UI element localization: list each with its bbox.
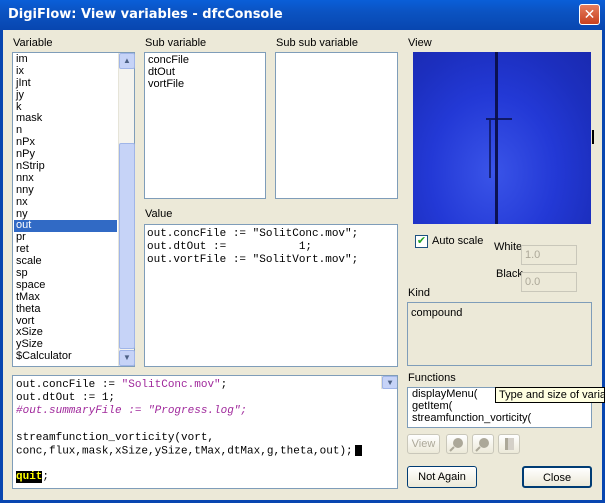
auto-scale-checkbox[interactable]: ✔	[415, 235, 428, 248]
copy-icon	[505, 438, 514, 450]
editor-code: ;	[42, 471, 50, 484]
text-cursor	[354, 444, 362, 456]
tooltip: Type and size of variable	[495, 387, 605, 403]
editor-line: streamfunction_vorticity(vort,	[16, 432, 379, 445]
functions-label: Functions	[408, 372, 456, 384]
command-editor[interactable]: out.concFile := "SolitConc.mov"; out.dtOu…	[12, 375, 398, 489]
zoom-in-button[interactable]	[446, 434, 468, 454]
sub-sub-variable-listbox[interactable]	[275, 52, 398, 199]
variable-listbox[interactable]: im ix jInt jy k mask n nPx nPy nStrip nnx nny nx ny ou…	[12, 52, 135, 367]
variable-list-item[interactable]: scale	[14, 255, 117, 268]
variable-list-item[interactable]: nny	[14, 184, 117, 197]
zoom-out-icon	[475, 438, 489, 452]
white-field[interactable]: 1.0	[521, 245, 577, 265]
editor-line: out.dtOut := 1;	[16, 392, 379, 405]
black-field[interactable]: 0.0	[521, 272, 577, 292]
editor-line: out.concFile := "SolitConc.mov";	[16, 379, 379, 392]
editor-line: quit;	[16, 471, 379, 484]
editor-scrollbar[interactable]: ▲ ▼	[381, 376, 397, 390]
not-again-button[interactable]: Not Again	[407, 466, 477, 488]
view-image	[413, 52, 591, 224]
sub-sub-variable-label: Sub sub variable	[276, 37, 358, 49]
window-title: DigiFlow: View variables - dfcConsole	[8, 7, 283, 22]
sub-variable-listbox[interactable]: concFile dtOut vortFile	[144, 52, 266, 199]
sub-variable-list-item[interactable]: vortFile	[146, 78, 264, 91]
editor-lines: out.concFile := "SolitConc.mov"; out.dtOu…	[16, 379, 379, 484]
copy-button[interactable]	[498, 434, 520, 454]
editor-code: quit	[16, 471, 43, 484]
view-label: View	[408, 37, 432, 49]
scroll-down-icon[interactable]: ▼	[382, 376, 397, 390]
variable-list-item[interactable]: nx	[14, 196, 117, 209]
zoom-out-button[interactable]	[472, 434, 494, 454]
value-label: Value	[145, 208, 173, 220]
variable-list-item[interactable]: ix	[14, 65, 117, 78]
variable-list-item[interactable]: $Calculator	[14, 350, 117, 363]
variable-scrollbar[interactable]: ▲ ▼	[118, 53, 135, 366]
variable-list-item[interactable]: jy	[14, 89, 117, 102]
image-streak	[489, 120, 491, 178]
kind-field: compound	[407, 302, 592, 366]
white-label: White	[494, 241, 523, 253]
editor-code: streamfunction_vorticity(vort,	[16, 431, 215, 444]
black-label: Black	[496, 268, 523, 280]
variable-list-item[interactable]: out	[14, 220, 117, 233]
editor-code: ;	[220, 379, 228, 391]
image-streak	[486, 118, 512, 120]
editor-string: #out.summaryFile := "Progress.log";	[16, 405, 248, 418]
editor-code: conc,flux,mask,xSize,ySize,tMax,dtMax,g,…	[16, 445, 353, 458]
variable-list-item[interactable]: pr	[14, 231, 117, 244]
variable-label: Variable	[13, 37, 53, 49]
image-streak	[495, 52, 498, 224]
sub-variable-list: concFile dtOut vortFile	[146, 55, 264, 197]
variable-list-item[interactable]: tMax	[14, 291, 117, 304]
scroll-up-icon[interactable]: ▲	[119, 53, 135, 69]
title-bar: DigiFlow: View variables - dfcConsole ✕	[0, 0, 605, 30]
editor-line: #out.summaryFile := "Progress.log";	[16, 405, 379, 418]
value-textbox[interactable]: out.concFile := "SolitConc.mov"; out.dtO…	[144, 224, 398, 367]
scroll-down-icon[interactable]: ▼	[119, 350, 135, 366]
variable-list-item[interactable]: mask	[14, 113, 117, 125]
value-line: out.concFile := "SolitConc.mov";	[147, 228, 359, 240]
close-button[interactable]: Close	[522, 466, 592, 488]
variable-list-item[interactable]: nnx	[14, 172, 117, 185]
editor-code: out.concFile :=	[16, 379, 122, 391]
variable-list-item[interactable]: jInt	[14, 77, 117, 90]
kind-label: Kind	[408, 287, 431, 299]
kind-value: compound	[411, 307, 463, 319]
editor-string: "SolitConc.mov"	[121, 379, 221, 391]
view-button[interactable]: View	[407, 434, 440, 454]
window-close-button[interactable]: ✕	[579, 4, 600, 25]
auto-scale-label: Auto scale	[432, 235, 484, 247]
view-cursor-mark	[592, 130, 594, 144]
value-line: out.dtOut := 1;	[147, 241, 313, 253]
editor-line: conc,flux,mask,xSize,ySize,tMax,dtMax,g,…	[16, 444, 379, 458]
variable-list-item[interactable]: theta	[14, 303, 117, 316]
variable-list: im ix jInt jy k mask n nPx nPy nStrip nnx nny nx ny ou…	[14, 54, 117, 365]
variable-list-item[interactable]: im	[14, 54, 117, 66]
value-line: out.vortFile := "SolitVort.mov";	[147, 254, 359, 266]
function-item[interactable]: streamfunction_vorticity(	[410, 412, 590, 425]
editor-code: out.dtOut := 1;	[16, 392, 116, 405]
sub-variable-label: Sub variable	[145, 37, 207, 49]
sub-variable-list-item[interactable]: dtOut	[146, 66, 264, 79]
zoom-in-icon	[449, 438, 463, 452]
scroll-thumb[interactable]	[119, 143, 135, 349]
